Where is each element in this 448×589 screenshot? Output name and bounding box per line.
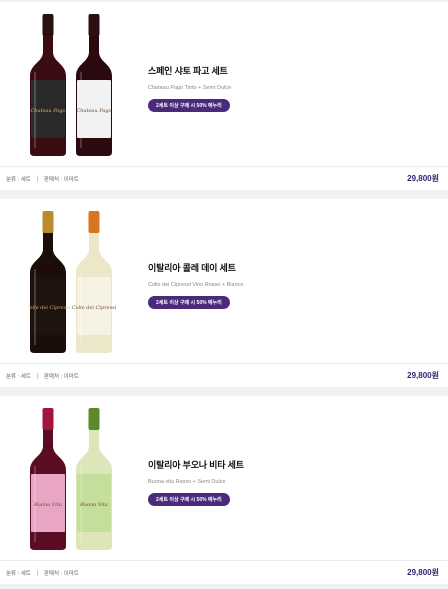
product-price: 29,800원 bbox=[407, 371, 439, 380]
wine-bottle: Buona Vita bbox=[30, 408, 66, 550]
divider bbox=[36, 372, 38, 379]
product-info: 이탈리아 콜레 데이 세트 Colle dei Cipressi Vino Ro… bbox=[148, 261, 438, 309]
category-label: 분류 : 세트 bbox=[6, 570, 31, 577]
label-text: Colle dei Cipressi bbox=[72, 305, 117, 311]
label-text: Colle dei Cipressi bbox=[28, 305, 71, 311]
label-text: Buona Vita bbox=[79, 502, 108, 508]
product-subtitle: Chateau Pago Tinto + Semi Dulce bbox=[148, 85, 232, 91]
wine-bottles-image: Colle dei Cipressi Colle dei Cipressi bbox=[28, 211, 117, 353]
wine-bottle: Buona Vita bbox=[76, 408, 112, 550]
label-text: Chateau Pago bbox=[76, 108, 111, 114]
wine-bottle: Colle dei Cipressi bbox=[72, 211, 117, 353]
category-label: 분류 : 세트 bbox=[6, 373, 31, 380]
seller-label: 판매처 : 이마트 bbox=[43, 176, 79, 183]
category-label: 분류 : 세트 bbox=[6, 176, 31, 183]
wine-bottle: Colle dei Cipressi bbox=[28, 211, 71, 353]
product-title[interactable]: 이탈리아 콜레 데이 세트 bbox=[148, 261, 438, 274]
product-card[interactable]: Buona Vita Buona Vita 이탈리아 부오나 비타 세트 Buon… bbox=[0, 396, 448, 584]
product-subtitle: Buona vita Rosso + Semi Dulce bbox=[148, 479, 226, 485]
product-card[interactable]: Colle dei Cipressi Colle dei Cipressi 이탈리… bbox=[0, 199, 448, 387]
promo-badge: 2세트 이상 구매 시 50% 에누리 bbox=[148, 296, 230, 309]
wine-bottles-image: Chateau Pago Chateau Pago bbox=[30, 14, 112, 156]
product-price: 29,800원 bbox=[407, 174, 439, 183]
product-info: 이탈리아 부오나 비타 세트 Buona vita Rosso + Semi D… bbox=[148, 458, 438, 506]
wine-bottles-image: Buona Vita Buona Vita bbox=[30, 408, 112, 550]
divider bbox=[36, 569, 38, 576]
wine-bottle: Chateau Pago bbox=[30, 14, 66, 156]
label-text: Buona Vita bbox=[33, 502, 62, 508]
product-title[interactable]: 이탈리아 부오나 비타 세트 bbox=[148, 458, 438, 471]
product-title[interactable]: 스페인 샤토 파고 세트 bbox=[148, 64, 438, 77]
promo-badge: 2세트 이상 구매 시 50% 에누리 bbox=[148, 99, 230, 112]
promo-badge: 2세트 이상 구매 시 50% 에누리 bbox=[148, 493, 230, 506]
product-list: Chateau Pago Chateau Pago 스페인 샤토 파고 세트 Ch… bbox=[0, 2, 448, 584]
product-subtitle: Colle dei Cipressi Vino Rosso + Bianco bbox=[148, 282, 244, 288]
product-meta: 분류 : 세트 판매처 : 이마트 29,800원 bbox=[0, 166, 448, 190]
divider bbox=[36, 175, 38, 182]
seller-label: 판매처 : 이마트 bbox=[43, 570, 79, 577]
product-card[interactable]: Chateau Pago Chateau Pago 스페인 샤토 파고 세트 Ch… bbox=[0, 2, 448, 190]
wine-bottle: Chateau Pago bbox=[76, 14, 112, 156]
product-meta: 분류 : 세트 판매처 : 이마트 29,800원 bbox=[0, 560, 448, 584]
product-meta: 분류 : 세트 판매처 : 이마트 29,800원 bbox=[0, 363, 448, 387]
product-info: 스페인 샤토 파고 세트 Chateau Pago Tinto + Semi D… bbox=[148, 64, 438, 112]
label-text: Chateau Pago bbox=[30, 108, 65, 114]
seller-label: 판매처 : 이마트 bbox=[43, 373, 79, 380]
product-price: 29,800원 bbox=[407, 568, 439, 577]
